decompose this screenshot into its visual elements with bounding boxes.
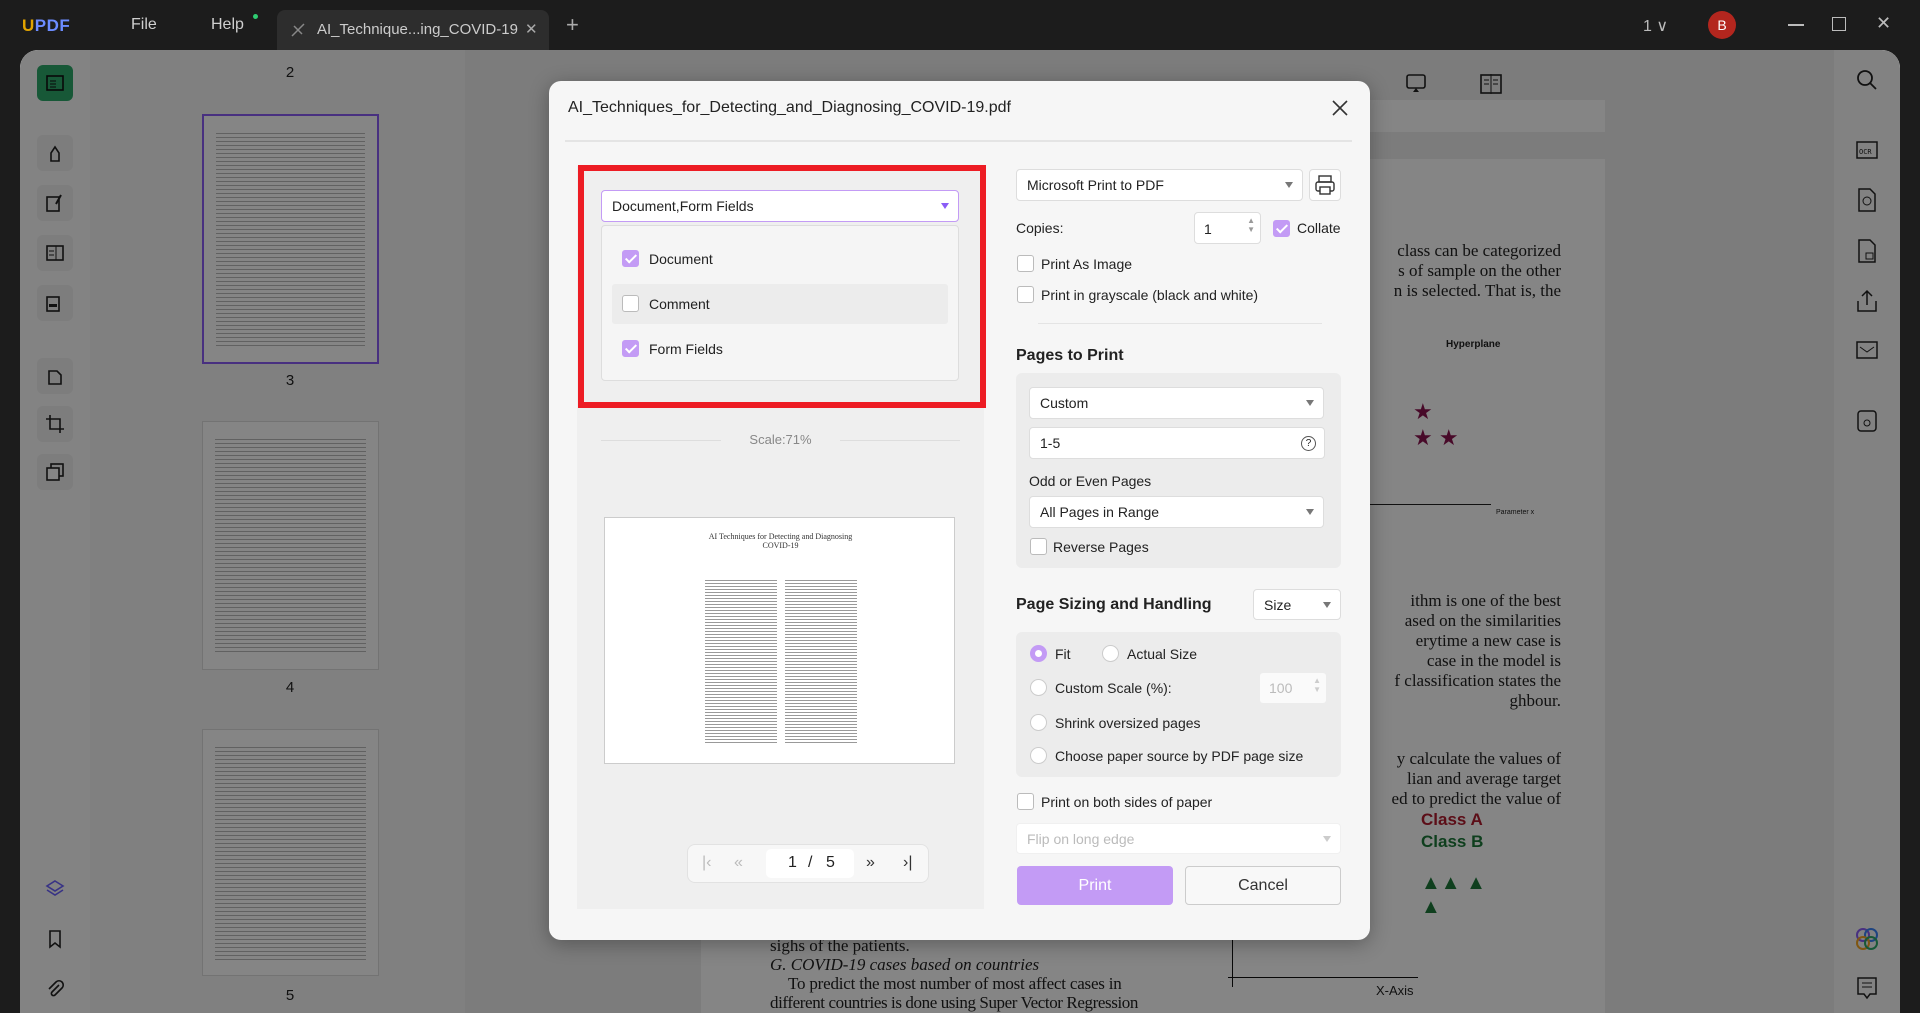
- sizing-mode-value: Size: [1264, 596, 1292, 613]
- print-button[interactable]: Print: [1017, 866, 1173, 905]
- last-page-icon[interactable]: ›|: [903, 854, 912, 872]
- reverse-pages-checkbox[interactable]: [1030, 538, 1047, 555]
- preview-title: AI Techniques for Detecting and Diagnosi…: [708, 532, 853, 541]
- first-page-icon[interactable]: |‹: [702, 854, 711, 872]
- odd-even-label: Odd or Even Pages: [1029, 473, 1152, 489]
- grayscale-label: Print in grayscale (black and white): [1041, 287, 1259, 303]
- paper-source-label: Choose paper source by PDF page size: [1055, 748, 1304, 764]
- printer-icon: [1315, 175, 1335, 195]
- copies-stepper[interactable]: ▲ ▼: [1247, 216, 1255, 234]
- divider: [565, 140, 1352, 142]
- title-bar: UPDF File Help AI_Technique...ing_COVID-…: [0, 0, 1920, 50]
- both-sides-label: Print on both sides of paper: [1041, 794, 1213, 810]
- menu-help[interactable]: Help: [211, 16, 244, 34]
- both-sides-checkbox[interactable]: [1017, 793, 1034, 810]
- new-tab-button[interactable]: +: [566, 12, 579, 38]
- pages-mode-select[interactable]: Custom: [1029, 387, 1324, 419]
- dialog-title: AI_Techniques_for_Detecting_and_Diagnosi…: [568, 99, 1011, 116]
- shrink-radio[interactable]: [1030, 714, 1047, 731]
- printer-properties-button[interactable]: [1309, 169, 1341, 201]
- collate-checkbox[interactable]: [1273, 220, 1290, 237]
- total-pages: 5: [826, 854, 835, 871]
- custom-scale-value: 100: [1269, 680, 1293, 696]
- preview-subtitle: COVID-19: [762, 541, 799, 550]
- comment-checkbox[interactable]: [622, 295, 639, 312]
- print-content-value: Document,Form Fields: [612, 198, 754, 214]
- close-window-icon[interactable]: ✕: [1876, 13, 1891, 34]
- page-preview: AI Techniques for Detecting and Diagnosi…: [604, 517, 955, 764]
- copies-value: 1: [1204, 221, 1212, 237]
- tab-close-icon[interactable]: ✕: [525, 20, 538, 38]
- page-count-dropdown[interactable]: 1 ∨: [1643, 16, 1668, 36]
- printer-select[interactable]: Microsoft Print to PDF: [1016, 169, 1303, 201]
- custom-scale-radio[interactable]: [1030, 679, 1047, 696]
- odd-even-select[interactable]: All Pages in Range: [1029, 496, 1324, 528]
- shrink-label: Shrink oversized pages: [1055, 715, 1201, 731]
- actual-size-label: Actual Size: [1127, 646, 1198, 662]
- notification-dot: [253, 14, 258, 19]
- restore-icon[interactable]: [1832, 17, 1846, 31]
- print-content-select[interactable]: Document,Form Fields: [601, 190, 959, 222]
- actual-size-radio[interactable]: [1102, 645, 1119, 662]
- flip-value: Flip on long edge: [1027, 830, 1135, 847]
- option-label: Document: [649, 251, 713, 267]
- previous-page-icon[interactable]: «: [734, 854, 743, 872]
- print-dialog: AI_Techniques_for_Detecting_and_Diagnosi…: [549, 81, 1370, 940]
- collate-label: Collate: [1297, 220, 1341, 236]
- option-comment[interactable]: Comment: [602, 289, 958, 319]
- fit-radio[interactable]: [1030, 645, 1047, 662]
- menu-file[interactable]: File: [131, 16, 157, 34]
- updf-logo: UPDF: [22, 16, 71, 35]
- cancel-button[interactable]: Cancel: [1185, 866, 1341, 905]
- document-tab[interactable]: AI_Technique...ing_COVID-19 ✕: [277, 10, 549, 50]
- copies-input[interactable]: 1 ▲ ▼: [1194, 212, 1261, 244]
- reverse-pages-label: Reverse Pages: [1053, 539, 1149, 555]
- copies-label: Copies:: [1016, 220, 1064, 236]
- pages-mode-value: Custom: [1040, 395, 1089, 411]
- printer-value: Microsoft Print to PDF: [1027, 177, 1164, 193]
- option-document[interactable]: Document: [602, 244, 958, 274]
- paper-source-radio[interactable]: [1030, 747, 1047, 764]
- odd-even-value: All Pages in Range: [1040, 504, 1160, 520]
- edit-off-icon: [291, 23, 305, 37]
- page-range-input[interactable]: 1-5?: [1029, 427, 1325, 459]
- custom-scale-label: Custom Scale (%):: [1055, 680, 1172, 696]
- option-form-fields[interactable]: Form Fields: [602, 334, 958, 364]
- page-number-input[interactable]: 1 / 5: [766, 849, 854, 878]
- minimize-icon[interactable]: [1788, 24, 1804, 26]
- print-as-image-checkbox[interactable]: [1017, 255, 1034, 272]
- document-checkbox[interactable]: [622, 250, 639, 267]
- avatar[interactable]: B: [1708, 11, 1736, 39]
- flip-select[interactable]: Flip on long edge: [1016, 823, 1341, 854]
- scale-label: Scale:71%: [749, 432, 812, 447]
- print-as-image-label: Print As Image: [1041, 256, 1133, 272]
- divider: [1038, 323, 1322, 324]
- pages-to-print-heading: Pages to Print: [1016, 347, 1124, 364]
- next-page-icon[interactable]: »: [866, 854, 875, 872]
- print-content-dropdown: Document Comment Form Fields: [601, 225, 959, 381]
- fit-label: Fit: [1055, 646, 1071, 662]
- sizing-mode-select[interactable]: Size: [1253, 589, 1341, 620]
- grayscale-checkbox[interactable]: [1017, 286, 1034, 303]
- tab-title: AI_Technique...ing_COVID-19: [317, 21, 518, 38]
- page-range-value: 1-5: [1040, 435, 1061, 451]
- preview-pager: |‹ « 1 / 5 » ›|: [687, 844, 929, 883]
- close-icon[interactable]: [1329, 97, 1351, 119]
- page-separator: /: [808, 854, 813, 871]
- option-label: Comment: [649, 296, 710, 312]
- form-fields-checkbox[interactable]: [622, 340, 639, 357]
- custom-scale-input[interactable]: 100 ▲ ▼: [1260, 673, 1326, 703]
- page-sizing-heading: Page Sizing and Handling: [1016, 596, 1212, 613]
- current-page: 1: [788, 854, 797, 871]
- option-label: Form Fields: [649, 341, 723, 357]
- help-icon[interactable]: ?: [1301, 436, 1316, 451]
